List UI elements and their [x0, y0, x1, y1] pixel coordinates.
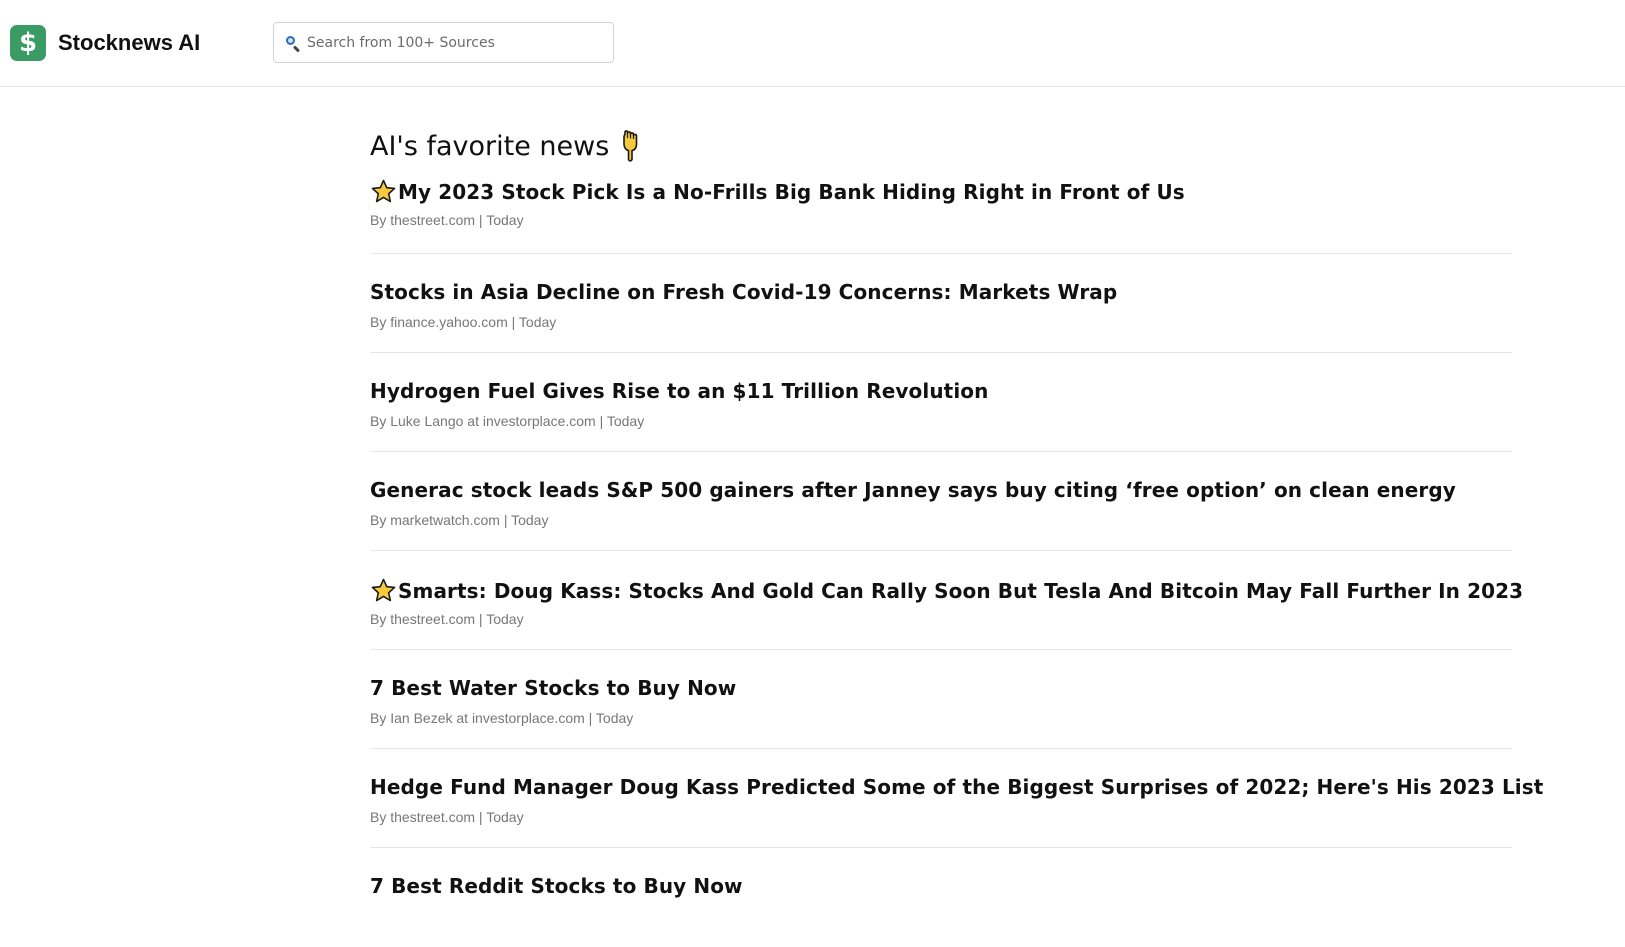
news-item: 7 Best Water Stocks to Buy Now By Ian Bez… [370, 650, 1512, 749]
top-bar: $ Stocknews AI [0, 0, 1625, 87]
pointing-down-icon [619, 129, 645, 163]
section-title: AI's favorite news [370, 130, 610, 162]
search-icon [285, 35, 301, 53]
news-title-row: Hydrogen Fuel Gives Rise to an $11 Trill… [370, 379, 988, 403]
news-title-row: 7 Best Water Stocks to Buy Now [370, 676, 736, 700]
news-title-row: Stocks in Asia Decline on Fresh Covid-19… [370, 280, 1117, 304]
news-item: Hydrogen Fuel Gives Rise to an $11 Trill… [370, 353, 1512, 452]
news-headline-link[interactable]: 7 Best Water Stocks to Buy Now [370, 676, 736, 700]
news-title-row: My 2023 Stock Pick Is a No-Frills Big Ba… [370, 178, 1185, 205]
news-headline-link[interactable]: 7 Best Reddit Stocks to Buy Now [370, 874, 743, 898]
news-meta: By Luke Lango at investorplace.com | Tod… [370, 413, 645, 429]
news-item: 7 Best Reddit Stocks to Buy Now [370, 848, 1512, 947]
news-meta: By thestreet.com | Today [370, 809, 524, 825]
news-title-row: 7 Best Reddit Stocks to Buy Now [370, 874, 743, 898]
news-item: Hedge Fund Manager Doug Kass Predicted S… [370, 749, 1543, 848]
search-box[interactable] [273, 22, 614, 63]
news-title-row: Smarts: Doug Kass: Stocks And Gold Can R… [370, 577, 1523, 604]
news-feed: AI's favorite news My 2023 Stock Pick Is… [370, 125, 1543, 947]
news-meta: By thestreet.com | Today [370, 611, 524, 627]
dollar-sign: $ [18, 28, 38, 58]
news-meta: By marketwatch.com | Today [370, 512, 549, 528]
news-item: Stocks in Asia Decline on Fresh Covid-19… [370, 254, 1512, 353]
news-title-row: Generac stock leads S&P 500 gainers afte… [370, 478, 1456, 502]
news-headline-link[interactable]: Hydrogen Fuel Gives Rise to an $11 Trill… [370, 379, 988, 403]
dollar-logo-icon: $ [10, 25, 46, 61]
news-headline-link[interactable]: Generac stock leads S&P 500 gainers afte… [370, 478, 1456, 502]
star-icon [370, 577, 397, 604]
brand-name: Stocknews AI [58, 30, 201, 55]
news-meta: By thestreet.com | Today [370, 212, 524, 228]
news-item: Generac stock leads S&P 500 gainers afte… [370, 452, 1512, 551]
star-icon [370, 178, 397, 205]
section-heading: AI's favorite news [370, 125, 1512, 167]
news-item: My 2023 Stock Pick Is a No-Frills Big Ba… [370, 167, 1512, 254]
search-input[interactable] [307, 34, 607, 51]
news-headline-link[interactable]: Smarts: Doug Kass: Stocks And Gold Can R… [398, 579, 1523, 603]
news-title-row: Hedge Fund Manager Doug Kass Predicted S… [370, 775, 1543, 799]
news-headline-link[interactable]: Hedge Fund Manager Doug Kass Predicted S… [370, 775, 1543, 799]
news-item: Smarts: Doug Kass: Stocks And Gold Can R… [370, 551, 1523, 650]
brand-logo-link[interactable]: $ Stocknews AI [10, 24, 200, 62]
news-meta: By Ian Bezek at investorplace.com | Toda… [370, 710, 634, 726]
news-meta: By finance.yahoo.com | Today [370, 314, 557, 330]
news-headline-link[interactable]: My 2023 Stock Pick Is a No-Frills Big Ba… [398, 180, 1185, 204]
article-list: My 2023 Stock Pick Is a No-Frills Big Ba… [370, 167, 1543, 947]
news-headline-link[interactable]: Stocks in Asia Decline on Fresh Covid-19… [370, 280, 1117, 304]
